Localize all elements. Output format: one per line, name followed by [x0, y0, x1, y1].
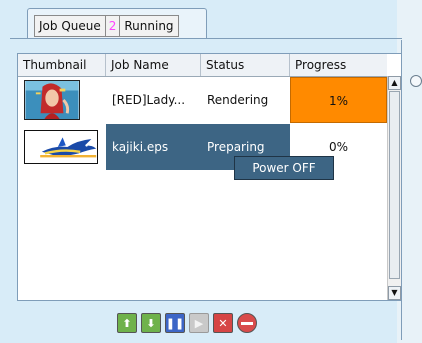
tab-job-queue-label: Job Queue: [39, 19, 101, 33]
scroll-up-icon[interactable]: ▲: [388, 76, 401, 90]
table-header: Thumbnail Job Name Status Progress: [18, 54, 387, 77]
pause-button[interactable]: ❚❚: [165, 313, 185, 333]
thumbnail-cell: [18, 124, 106, 170]
progress-cell: 1%: [290, 77, 387, 123]
scroll-down-icon[interactable]: ▼: [388, 286, 401, 300]
column-header-job-name[interactable]: Job Name: [106, 54, 201, 76]
splitter-handle[interactable]: [410, 75, 422, 87]
play-icon: ▶: [194, 316, 204, 330]
job-count-badge: 2: [104, 16, 121, 36]
job-name-cell: [RED]Lady...: [112, 93, 186, 107]
tab-running-label[interactable]: Running: [120, 16, 177, 36]
column-header-progress[interactable]: Progress: [290, 54, 387, 76]
move-up-button[interactable]: ⬆: [117, 313, 137, 333]
no-entry-icon: [241, 321, 253, 325]
column-header-thumbnail[interactable]: Thumbnail: [18, 54, 106, 76]
down-arrow-icon: ⬇: [146, 316, 156, 330]
thumbnail-cell: [18, 77, 106, 123]
queue-toolbar: ⬆ ⬇ ❚❚ ▶ ✕: [117, 313, 257, 335]
tab-job-queue[interactable]: Job Queue 2 Running: [34, 15, 179, 37]
x-icon: ✕: [218, 316, 228, 330]
table-row[interactable]: [RED]Lady... Rendering 1%: [18, 77, 387, 123]
move-down-button[interactable]: ⬇: [141, 313, 161, 333]
pause-icon: ❚❚: [165, 316, 185, 330]
status-cell: Rendering: [207, 93, 269, 107]
up-arrow-icon: ⬆: [122, 316, 132, 330]
tab-strip: Job Queue 2 Running: [27, 8, 207, 39]
marlin-thumbnail-image: [24, 130, 98, 164]
resume-button[interactable]: ▶: [189, 313, 209, 333]
vertical-scrollbar[interactable]: ▲ ▼: [387, 76, 401, 300]
job-table: Thumbnail Job Name Status Progress [RED]…: [17, 53, 402, 301]
job-name-cell: kajiki.eps: [106, 124, 201, 170]
context-menu-power-off[interactable]: Power OFF: [234, 156, 334, 180]
tab-underline: [10, 38, 402, 39]
scroll-thumb[interactable]: [389, 91, 400, 279]
delete-button[interactable]: ✕: [213, 313, 233, 333]
lady-thumbnail-image: [24, 80, 80, 120]
column-header-status[interactable]: Status: [201, 54, 290, 76]
stop-button[interactable]: [237, 313, 257, 333]
